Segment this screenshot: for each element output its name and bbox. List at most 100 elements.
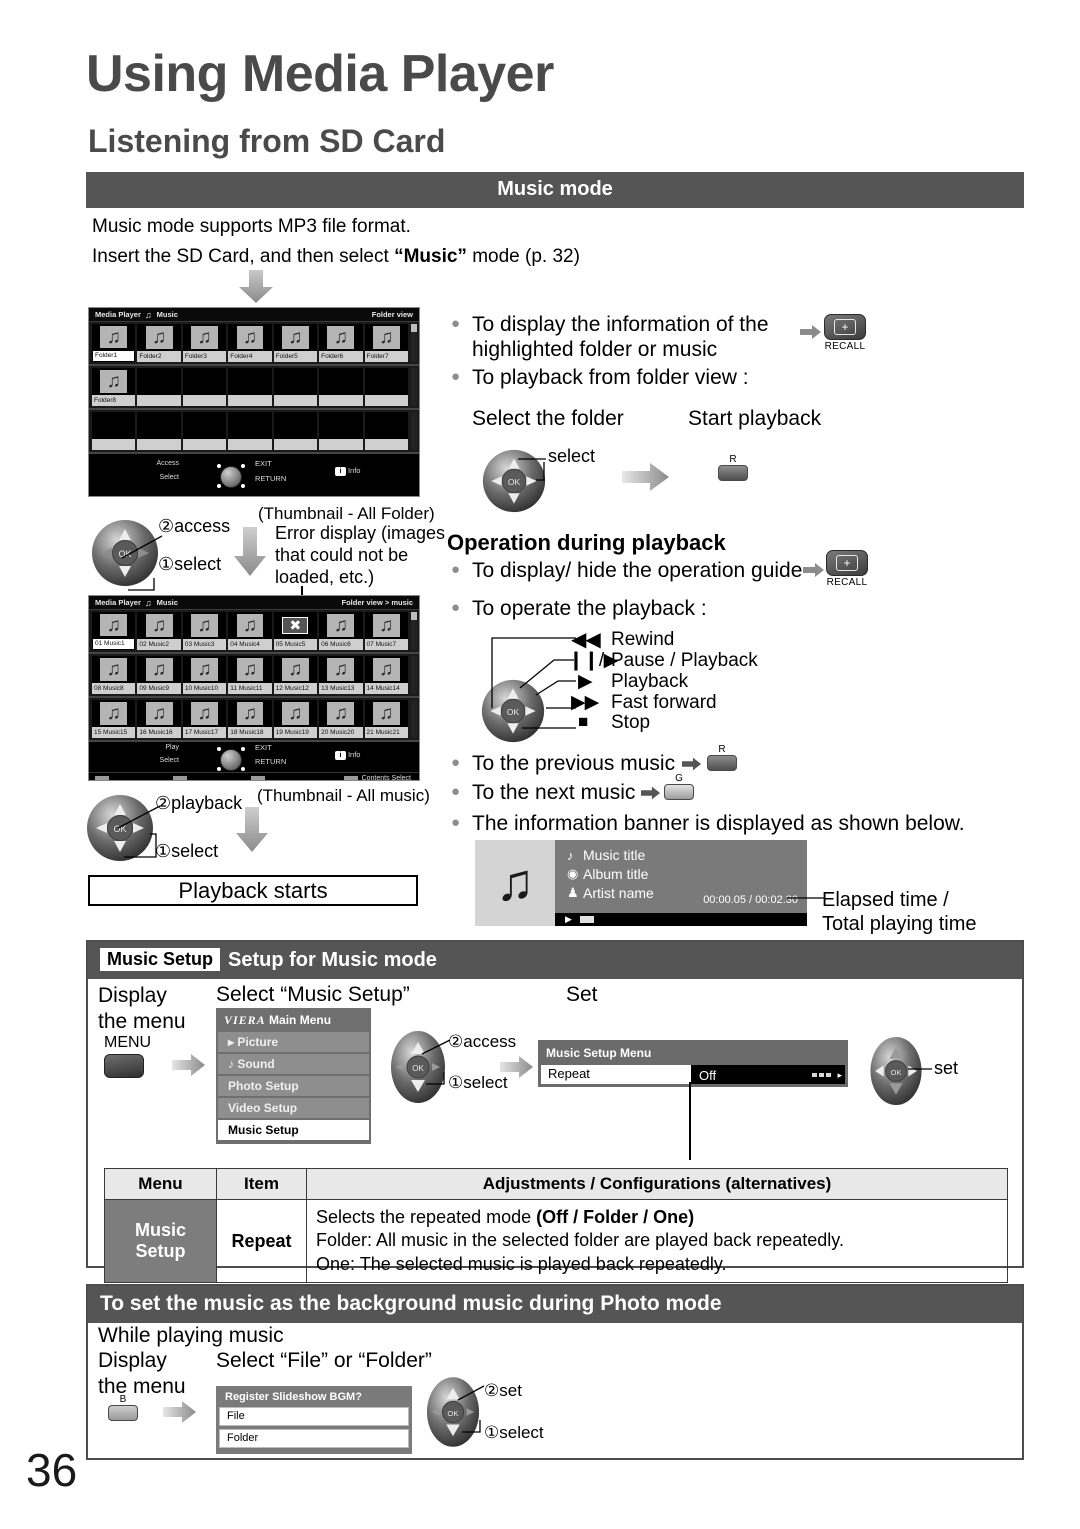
folder-label: Folder3 xyxy=(182,351,227,362)
blue-key-chip[interactable] xyxy=(343,775,358,780)
menu-item-photo-setup[interactable]: Photo Setup xyxy=(218,1076,369,1096)
music-note-icon: ♫ xyxy=(144,597,152,608)
folder-cell-empty xyxy=(228,412,272,450)
music-label: 19 Music19 xyxy=(273,727,318,738)
music-cell[interactable]: ♫ 20 Music20 xyxy=(319,700,363,738)
music-cell[interactable]: ♫ 21 Music21 xyxy=(364,700,408,738)
op-glyph-playback: ▶ xyxy=(578,671,593,692)
menu-button-label: MENU xyxy=(104,1034,152,1051)
music-cell[interactable]: ♫ 02 Music2 xyxy=(137,612,181,650)
folder-cell[interactable]: ♫ Folder6 xyxy=(319,324,363,362)
scrollbar-track[interactable] xyxy=(410,324,417,362)
music-cell[interactable]: ♫ 04 Music4 xyxy=(228,612,272,650)
red-button-glyph[interactable] xyxy=(718,465,748,481)
folder-cell[interactable]: ♫ Folder4 xyxy=(228,324,272,362)
music-cell[interactable]: ♫ 19 Music19 xyxy=(273,700,318,738)
music-cell[interactable]: ♫ 06 Music6 xyxy=(319,612,363,650)
menu-item-music-setup[interactable]: Music Setup xyxy=(218,1120,369,1140)
scrollbar-thumb[interactable] xyxy=(410,612,417,620)
recall-key-glyph[interactable]: + xyxy=(826,550,868,576)
blue-button-bgm[interactable]: B xyxy=(108,1395,138,1421)
music-cell[interactable]: ♫ 14 Music14 xyxy=(364,656,408,694)
blue-button-glyph[interactable] xyxy=(108,1405,138,1421)
select-file-or-folder-title: Select “File” or “Folder” xyxy=(216,1349,432,1372)
guide-select-label: Select xyxy=(159,474,179,481)
osd-repeat-row[interactable]: Repeat ◂ Off ▸ xyxy=(541,1065,845,1084)
folder-cell[interactable]: ♫ Folder5 xyxy=(273,324,318,362)
music-cell[interactable]: ♫ 10 Music10 xyxy=(182,656,227,694)
folder-cell[interactable]: ♫ Folder1 xyxy=(92,324,136,362)
yellow-key-chip[interactable] xyxy=(251,775,265,780)
music-label: 09 Music9 xyxy=(137,683,181,694)
viera-logo: VIERA xyxy=(224,1013,266,1027)
bullet-previous-music: To the previous music xyxy=(451,752,675,777)
blue-key-label: Contents Select xyxy=(361,774,411,781)
red-button-previous[interactable]: R xyxy=(707,745,737,771)
music-grid-row-3: ♫ 15 Music15 ♫ 16 Music16 ♫ 17 Music17 ♫ 18 … xyxy=(89,698,419,742)
green-button-glyph[interactable] xyxy=(664,784,694,800)
red-button-glyph[interactable] xyxy=(707,755,737,771)
recall-button-1[interactable]: + RECALL xyxy=(824,314,866,352)
plus-icon: + xyxy=(834,319,856,335)
folder-cell-empty xyxy=(273,412,318,450)
bgm-option-file[interactable]: File xyxy=(219,1407,409,1426)
play-icon: ▶ xyxy=(565,914,572,924)
music-grid-row-2: ♫ 08 Music8 ♫ 09 Music9 ♫ 10 Music10 ♫ 11 Mu… xyxy=(89,654,419,698)
banner-progress-bar[interactable]: ▶ xyxy=(555,913,807,926)
music-cell[interactable]: ♫ 17 Music17 xyxy=(182,700,227,738)
folder-view-titlebar: Media Player ♫ Music Folder view xyxy=(89,308,419,322)
folder-cell[interactable]: ♫ Folder2 xyxy=(137,324,181,362)
guide-dpad-icon xyxy=(211,743,251,777)
red-key-chip[interactable] xyxy=(95,775,109,780)
music-cell[interactable]: ♫ 01 Music1 xyxy=(92,612,136,650)
music-cell[interactable]: ♫ 03 Music3 xyxy=(182,612,227,650)
menu-item-video-setup[interactable]: Video Setup xyxy=(218,1098,369,1118)
folder-cell[interactable]: ♫ Folder8 xyxy=(92,368,136,406)
music-cell-error[interactable]: ✖ 05 Music5 xyxy=(273,612,318,650)
music-cell[interactable]: ♫ 07 Music7 xyxy=(364,612,408,650)
progress-knob[interactable] xyxy=(579,916,594,923)
music-thumb: ♫ xyxy=(92,700,136,727)
music-label: 01 Music1 xyxy=(92,638,136,650)
music-note-icon: ♫ xyxy=(372,701,400,726)
menu-button[interactable]: MENU xyxy=(104,1034,151,1078)
music-view-breadcrumb: Folder view > music xyxy=(341,597,413,607)
menu-button-glyph[interactable] xyxy=(104,1054,144,1078)
register-bgm-dialog: Register Slideshow BGM? File Folder xyxy=(216,1386,412,1454)
music-cell[interactable]: ♫ 16 Music16 xyxy=(137,700,181,738)
scrollbar-thumb[interactable] xyxy=(410,324,417,332)
scrollbar-track-spacer xyxy=(410,700,417,738)
osd-repeat-label: Repeat xyxy=(541,1065,691,1084)
dpad-circle xyxy=(220,466,242,488)
folder-cell[interactable]: ♫ Folder7 xyxy=(364,324,408,362)
music-note-icon: ♫ xyxy=(281,657,309,682)
bgm-option-folder[interactable]: Folder xyxy=(219,1429,409,1448)
music-cell[interactable]: ♫ 11 Music11 xyxy=(228,656,272,694)
music-setup-tag: Music Setup xyxy=(100,948,221,971)
music-cell[interactable]: ♫ 12 Music12 xyxy=(273,656,318,694)
folder-thumb-empty xyxy=(137,368,181,395)
music-cell[interactable]: ♫ 13 Music13 xyxy=(319,656,363,694)
menu-item-picture[interactable]: ▸ Picture xyxy=(218,1032,369,1052)
recall-button-2[interactable]: + RECALL xyxy=(826,550,868,588)
osd-repeat-value-wrap[interactable]: ◂ Off ▸ xyxy=(686,1065,845,1084)
menu-item-label: Photo Setup xyxy=(228,1079,299,1093)
folder-label: Folder6 xyxy=(319,351,363,362)
scrollbar-track[interactable] xyxy=(410,612,417,650)
bgm-option-label: File xyxy=(227,1410,245,1422)
guide-dpad-icon xyxy=(211,460,251,494)
info-key-glyph: i xyxy=(335,751,346,760)
green-key-chip[interactable] xyxy=(173,775,187,780)
info-label: Info xyxy=(347,466,361,475)
music-cell[interactable]: ♫ 09 Music9 xyxy=(137,656,181,694)
music-cell[interactable]: ♫ 18 Music18 xyxy=(228,700,272,738)
green-button-next[interactable]: G xyxy=(664,774,694,800)
recall-key-glyph[interactable]: + xyxy=(824,314,866,340)
select-annotation-label: select xyxy=(548,446,596,466)
music-cell[interactable]: ♫ 08 Music8 xyxy=(92,656,136,694)
music-cell[interactable]: ♫ 15 Music15 xyxy=(92,700,136,738)
operation-during-playback-heading: Operation during playback xyxy=(447,530,726,555)
red-button-start-playback[interactable]: R xyxy=(718,455,748,481)
menu-item-sound[interactable]: ♪ Sound xyxy=(218,1054,369,1074)
folder-cell[interactable]: ♫ Folder3 xyxy=(182,324,227,362)
